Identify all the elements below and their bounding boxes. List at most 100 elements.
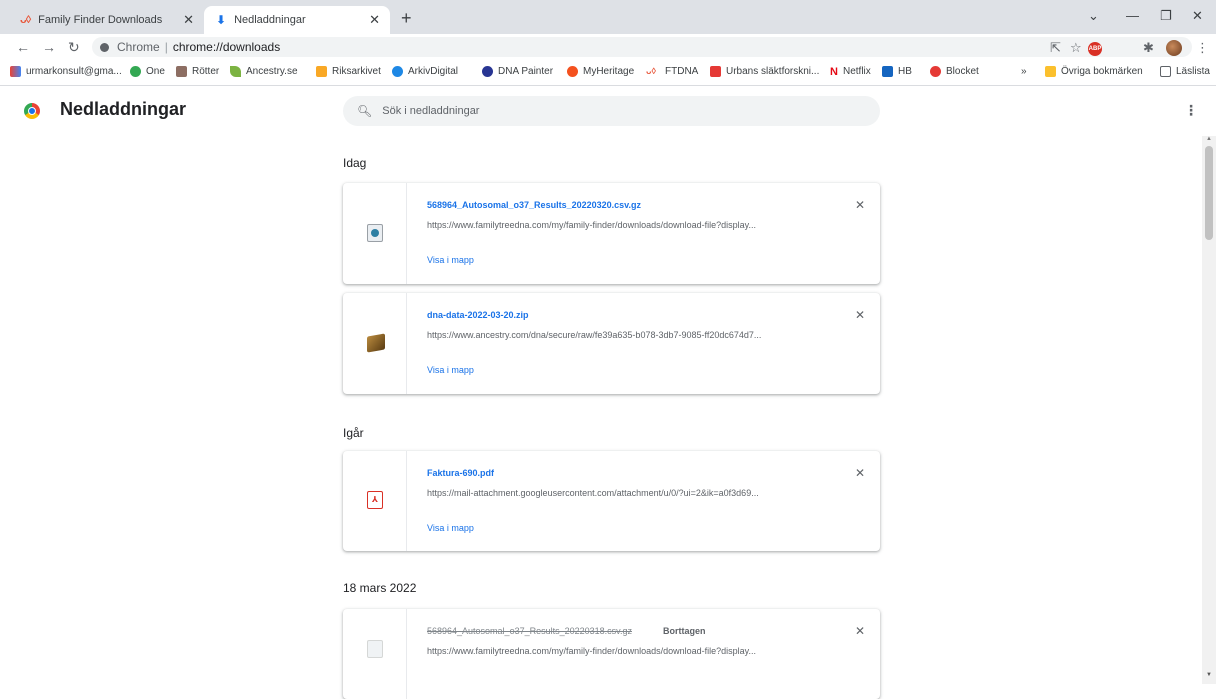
dna-painter-icon [482, 66, 493, 77]
file-name-link[interactable]: dna-data-2022-03-20.zip [427, 310, 529, 320]
bookmark-label: One [146, 66, 165, 77]
forward-arrow-icon[interactable]: → [42, 39, 56, 55]
date-heading: Idag [343, 156, 367, 170]
other-bookmarks-folder[interactable]: Övriga bokmärken [1045, 66, 1143, 77]
bookmark-item[interactable]: Ancestry.se [230, 66, 298, 77]
show-in-folder-link[interactable]: Visa i mapp [427, 365, 474, 375]
myheritage-icon [567, 66, 578, 77]
tab-family-finder-downloads[interactable]: ᴗ◊ Family Finder Downloads ✕ [8, 6, 204, 34]
bookmark-label: Riksarkivet [332, 66, 381, 77]
ftdna-icon: ᴗ◊ [20, 14, 31, 26]
scroll-up-arrow-icon[interactable]: ▲ [1206, 136, 1212, 142]
profile-avatar[interactable] [1166, 40, 1182, 56]
pdf-file-icon: ⅄ [367, 491, 383, 509]
reading-list-icon [1160, 66, 1171, 77]
date-heading: 18 mars 2022 [343, 581, 417, 595]
address-bar[interactable]: Chrome | chrome://downloads [92, 37, 1192, 57]
bookmarks-overflow-button[interactable]: » [1021, 66, 1027, 77]
archive-file-icon [367, 640, 383, 658]
url-text: chrome://downloads [172, 40, 281, 54]
chrome-logo-icon [24, 103, 40, 119]
bookmark-item[interactable]: Urbans släktforskni... [710, 66, 819, 77]
hb-icon [882, 66, 893, 77]
remove-close-icon[interactable]: ✕ [855, 308, 865, 322]
bookmark-label: FTDNA [665, 66, 699, 77]
remove-close-icon[interactable]: ✕ [855, 624, 865, 638]
file-name-link: 568964_Autosomal_o37_Results_20220318.cs… [427, 626, 632, 636]
file-icon-column: ⅄ [343, 451, 407, 551]
reading-list-button[interactable]: Läslista [1160, 66, 1210, 77]
downloads-header: Nedladdningar 🔍︎ ⋮ [0, 86, 1200, 136]
url-separator: | [164, 40, 168, 54]
remove-close-icon[interactable]: ✕ [855, 198, 865, 212]
scrollbar[interactable]: ▲ ▼ [1202, 136, 1216, 684]
file-name-link[interactable]: 568964_Autosomal_o37_Results_20220320.cs… [427, 200, 641, 210]
download-item: ⅄ Faktura-690.pdf https://mail-attachmen… [343, 451, 880, 551]
back-arrow-icon[interactable]: ← [16, 39, 30, 55]
bookmark-item[interactable]: HB [882, 66, 912, 77]
file-url: https://www.familytreedna.com/my/family-… [427, 220, 756, 230]
scrollbar-thumb[interactable] [1205, 146, 1213, 240]
bookmark-label: Övriga bokmärken [1061, 66, 1143, 77]
urbans-icon [710, 66, 721, 77]
bookmark-label: ArkivDigital [408, 66, 459, 77]
bookmark-item[interactable]: ᴗ◊ FTDNA [646, 66, 698, 77]
show-in-folder-link[interactable]: Visa i mapp [427, 523, 474, 533]
file-icon-column [343, 183, 407, 284]
zip-archive-icon [367, 333, 385, 353]
scroll-down-arrow-icon[interactable]: ▼ [1206, 672, 1212, 678]
file-url: https://www.familytreedna.com/my/family-… [427, 646, 756, 656]
share-icon[interactable]: ⇱ [1050, 40, 1061, 56]
file-url: https://mail-attachment.googleuserconten… [427, 488, 759, 498]
bookmark-label: DNA Painter [498, 66, 554, 77]
bookmark-item[interactable]: DNA Painter [482, 66, 553, 77]
status-badge: Borttagen [663, 626, 706, 636]
more-actions-icon[interactable]: ⋮ [1184, 102, 1198, 119]
window-close-button[interactable]: ✕ [1192, 8, 1203, 24]
bookmark-item[interactable]: Rötter [176, 66, 219, 77]
bookmark-label: urmarkonsult@gma... [26, 66, 122, 77]
show-in-folder-link[interactable]: Visa i mapp [427, 255, 474, 265]
bookmark-item[interactable]: Riksarkivet [316, 66, 381, 77]
remove-close-icon[interactable]: ✕ [855, 466, 865, 480]
bookmark-item[interactable]: Blocket [930, 66, 979, 77]
new-tab-button[interactable]: + [401, 8, 412, 29]
bookmark-star-icon[interactable]: ☆ [1070, 40, 1082, 56]
file-name-link[interactable]: Faktura-690.pdf [427, 468, 494, 478]
date-heading: Igår [343, 426, 364, 440]
file-icon-column [343, 609, 407, 699]
ftdna-icon: ᴗ◊ [646, 66, 656, 76]
bookmark-item[interactable]: N Netflix [830, 66, 871, 78]
adblock-plus-icon[interactable]: ABP [1088, 42, 1102, 56]
bookmark-item[interactable]: MyHeritage [567, 66, 634, 77]
bookmark-item[interactable]: One [130, 66, 165, 77]
page-title: Nedladdningar [60, 99, 187, 119]
restore-button[interactable]: ❐ [1160, 8, 1172, 24]
minimize-button[interactable]: — [1126, 8, 1139, 23]
bookmark-item[interactable]: urmarkonsult@gma... [10, 66, 122, 77]
bookmark-item[interactable]: ArkivDigital [392, 66, 458, 77]
url-scheme: Chrome [117, 40, 160, 54]
rotter-icon [176, 66, 187, 77]
search-input[interactable] [382, 105, 843, 117]
reload-icon[interactable]: ↻ [68, 39, 80, 56]
bookmarks-bar: urmarkonsult@gma... One Rötter Ancestry.… [0, 60, 1216, 86]
bookmark-label: HB [898, 66, 912, 77]
arkiv-icon [392, 66, 403, 77]
chrome-page-icon [100, 42, 109, 52]
file-icon-column [343, 293, 407, 394]
download-item: 568964_Autosomal_o37_Results_20220320.cs… [343, 183, 880, 284]
close-icon[interactable]: ✕ [183, 12, 194, 28]
extensions-puzzle-icon[interactable]: ✱ [1143, 40, 1154, 56]
chrome-menu-icon[interactable]: ⋮ [1196, 40, 1209, 56]
overflow-label: » [1021, 66, 1027, 77]
download-item: dna-data-2022-03-20.zip https://www.ance… [343, 293, 880, 394]
tab-nedladdningar[interactable]: ⬇ Nedladdningar ✕ [204, 6, 390, 34]
tab-search-icon[interactable]: ⌄ [1088, 8, 1099, 24]
bookmark-label: Urbans släktforskni... [726, 66, 820, 77]
search-box[interactable]: 🔍︎ [343, 96, 880, 126]
tab-title: Family Finder Downloads [38, 14, 163, 26]
close-icon[interactable]: ✕ [369, 12, 380, 28]
archive-file-icon [367, 224, 383, 242]
archive-icon [316, 66, 327, 77]
